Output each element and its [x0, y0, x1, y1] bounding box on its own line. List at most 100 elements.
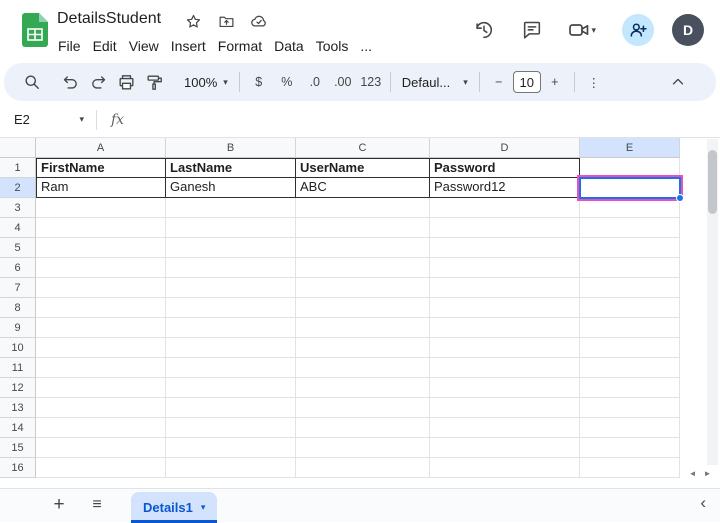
column-header-D[interactable]: D: [430, 138, 580, 158]
cell-A10[interactable]: [36, 338, 166, 358]
cell-D13[interactable]: [430, 398, 580, 418]
cell-E2[interactable]: [580, 178, 680, 198]
cell-C1[interactable]: UserName: [296, 158, 430, 178]
cell-E16[interactable]: [580, 458, 680, 478]
cell-E5[interactable]: [580, 238, 680, 258]
row-header-13[interactable]: 13: [0, 398, 36, 418]
cell-B4[interactable]: [166, 218, 296, 238]
vertical-scrollbar-thumb[interactable]: [708, 150, 717, 214]
cell-D8[interactable]: [430, 298, 580, 318]
cell-A1[interactable]: FirstName: [36, 158, 166, 178]
cell-A13[interactable]: [36, 398, 166, 418]
vertical-scrollbar[interactable]: [707, 139, 718, 465]
column-header-E[interactable]: E: [580, 138, 680, 158]
row-header-6[interactable]: 6: [0, 258, 36, 278]
meet-button[interactable]: ▾: [567, 18, 596, 42]
cell-B14[interactable]: [166, 418, 296, 438]
cell-B5[interactable]: [166, 238, 296, 258]
menu-edit[interactable]: Edit: [87, 36, 123, 56]
save-status-button[interactable]: [250, 12, 268, 30]
cell-A4[interactable]: [36, 218, 166, 238]
row-header-2[interactable]: 2: [0, 178, 36, 198]
row-header-9[interactable]: 9: [0, 318, 36, 338]
cell-A8[interactable]: [36, 298, 166, 318]
cell-E6[interactable]: [580, 258, 680, 278]
cell-B11[interactable]: [166, 358, 296, 378]
cell-D7[interactable]: [430, 278, 580, 298]
undo-button[interactable]: [56, 68, 84, 96]
row-header-3[interactable]: 3: [0, 198, 36, 218]
collapse-side-panel-button[interactable]: ‹: [700, 493, 706, 513]
cell-D14[interactable]: [430, 418, 580, 438]
cell-B16[interactable]: [166, 458, 296, 478]
row-header-1[interactable]: 1: [0, 158, 36, 178]
collapse-menus-button[interactable]: [664, 68, 692, 96]
decrease-decimal-button[interactable]: .0: [301, 68, 329, 96]
cell-A14[interactable]: [36, 418, 166, 438]
cell-C9[interactable]: [296, 318, 430, 338]
cell-B12[interactable]: [166, 378, 296, 398]
menu-overflow[interactable]: ...: [354, 36, 378, 56]
cell-D15[interactable]: [430, 438, 580, 458]
cell-A2[interactable]: Ram: [36, 178, 166, 198]
cell-D9[interactable]: [430, 318, 580, 338]
paint-format-button[interactable]: [140, 68, 168, 96]
cell-B13[interactable]: [166, 398, 296, 418]
cell-A3[interactable]: [36, 198, 166, 218]
menu-insert[interactable]: Insert: [165, 36, 212, 56]
cell-D3[interactable]: [430, 198, 580, 218]
share-button[interactable]: [622, 14, 654, 46]
sheet-tab-details1[interactable]: Details1 ▾: [131, 492, 217, 523]
cell-D2[interactable]: Password12: [430, 178, 580, 198]
cell-C4[interactable]: [296, 218, 430, 238]
spreadsheet-grid[interactable]: ABCDE1FirstNameLastNameUserNamePassword2…: [0, 138, 720, 488]
document-title[interactable]: DetailsStudent: [57, 10, 161, 28]
row-header-14[interactable]: 14: [0, 418, 36, 438]
cell-B9[interactable]: [166, 318, 296, 338]
cell-B2[interactable]: Ganesh: [166, 178, 296, 198]
column-header-B[interactable]: B: [166, 138, 296, 158]
cell-A9[interactable]: [36, 318, 166, 338]
version-history-button[interactable]: [471, 14, 497, 46]
cell-C16[interactable]: [296, 458, 430, 478]
cell-A16[interactable]: [36, 458, 166, 478]
cell-A12[interactable]: [36, 378, 166, 398]
menu-tools[interactable]: Tools: [310, 36, 355, 56]
search-button[interactable]: [18, 68, 46, 96]
cell-E11[interactable]: [580, 358, 680, 378]
sheets-logo-icon[interactable]: [22, 13, 48, 47]
add-sheet-button[interactable]: +: [46, 492, 72, 518]
cell-C12[interactable]: [296, 378, 430, 398]
cell-B10[interactable]: [166, 338, 296, 358]
cell-E13[interactable]: [580, 398, 680, 418]
scroll-left-icon[interactable]: ◄: [689, 469, 697, 478]
fill-handle[interactable]: [676, 194, 684, 202]
scroll-right-icon[interactable]: ►: [704, 469, 712, 478]
comments-button[interactable]: [519, 14, 545, 46]
more-toolbar-button[interactable]: ⋮: [580, 68, 608, 96]
redo-button[interactable]: [84, 68, 112, 96]
cell-E14[interactable]: [580, 418, 680, 438]
cell-C2[interactable]: ABC: [296, 178, 430, 198]
cell-E7[interactable]: [580, 278, 680, 298]
row-header-4[interactable]: 4: [0, 218, 36, 238]
currency-format-button[interactable]: $: [245, 68, 273, 96]
cell-D6[interactable]: [430, 258, 580, 278]
cell-E1[interactable]: [580, 158, 680, 178]
zoom-select[interactable]: 100% ▾: [178, 75, 234, 90]
percent-format-button[interactable]: %: [273, 68, 301, 96]
cell-D4[interactable]: [430, 218, 580, 238]
cell-C14[interactable]: [296, 418, 430, 438]
cell-B15[interactable]: [166, 438, 296, 458]
cell-B3[interactable]: [166, 198, 296, 218]
menu-format[interactable]: Format: [212, 36, 268, 56]
row-header-10[interactable]: 10: [0, 338, 36, 358]
cell-B6[interactable]: [166, 258, 296, 278]
select-all-corner[interactable]: [0, 138, 36, 158]
all-sheets-button[interactable]: ≡: [84, 492, 110, 518]
cell-E9[interactable]: [580, 318, 680, 338]
cell-A15[interactable]: [36, 438, 166, 458]
increase-decimal-button[interactable]: .00: [329, 68, 357, 96]
cell-C10[interactable]: [296, 338, 430, 358]
decrease-font-size-button[interactable]: −: [485, 68, 513, 96]
